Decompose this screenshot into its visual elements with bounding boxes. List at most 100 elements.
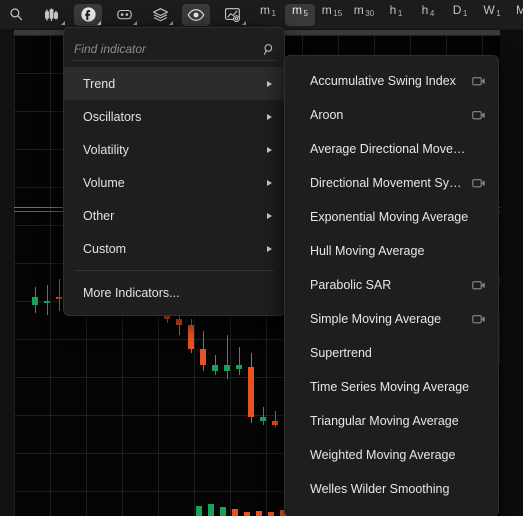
chevron-right-icon	[267, 212, 272, 219]
chevron-right-icon	[267, 179, 272, 186]
indicator-item[interactable]: Hull Moving Average	[285, 234, 498, 268]
indicator-item[interactable]: Weighted Moving Average	[285, 438, 498, 472]
menu-item-label: Other	[83, 208, 115, 223]
timeframe-unit: h	[421, 2, 429, 17]
menu-divider	[74, 270, 274, 271]
indicator-item[interactable]: Time Series Moving Average	[285, 370, 498, 404]
bot-icon[interactable]	[110, 4, 138, 26]
timeframe-group: m1m5m15m30h1h4D1W1M1	[252, 3, 523, 26]
layers-icon[interactable]	[146, 4, 174, 26]
timeframe-number: 4	[429, 8, 435, 18]
candle-body	[56, 297, 62, 299]
timeframe-m1[interactable]: m1	[253, 4, 283, 26]
volume-bar	[196, 506, 202, 516]
candle-body	[260, 417, 266, 421]
menu-item-oscillators[interactable]: Oscillators	[64, 100, 284, 133]
candle-wick	[47, 285, 48, 315]
timeframe-number: 5	[303, 8, 308, 18]
timeframe-M1[interactable]: M1	[509, 4, 523, 26]
search-icon[interactable]	[2, 4, 30, 26]
eye-icon[interactable]	[182, 3, 210, 26]
indicator-label: Accumulative Swing Index	[310, 74, 456, 88]
indicator-label: Parabolic SAR	[310, 278, 392, 292]
menu-item-custom[interactable]: Custom	[64, 232, 284, 265]
candle-body	[176, 319, 182, 325]
indicator-item[interactable]: Directional Movement Syst…	[285, 166, 498, 200]
timeframe-number: 1	[397, 8, 403, 18]
timeframe-m5[interactable]: m5	[285, 3, 315, 26]
candle-body	[212, 365, 218, 371]
indicator-item[interactable]: Triangular Moving Average	[285, 404, 498, 438]
separate-pane-icon[interactable]	[472, 110, 486, 121]
separate-pane-icon[interactable]	[472, 178, 486, 189]
candle-body	[248, 367, 254, 417]
candle-wick	[59, 279, 60, 311]
menu-item-label: Trend	[83, 76, 116, 91]
timeframe-number: 1	[462, 8, 468, 18]
indicator-item[interactable]: Aroon	[285, 98, 498, 132]
trend-indicator-list: Accumulative Swing Index Aroon Average Dir…	[285, 64, 498, 506]
timeframe-m30[interactable]: m 30	[349, 4, 379, 26]
menu-item-label: Volume	[83, 175, 125, 190]
menu-item-volatility[interactable]: Volatility	[64, 133, 284, 166]
timeframe-number: 1	[496, 8, 501, 18]
indicator-label: Weighted Moving Average	[310, 448, 456, 462]
timeframe-h1[interactable]: h1	[381, 4, 411, 26]
candle-wick	[227, 335, 228, 379]
volume-bar	[268, 512, 274, 516]
timeframe-D1[interactable]: D1	[445, 4, 475, 26]
candle-body	[236, 365, 242, 369]
candle-body	[272, 421, 278, 425]
timeframe-unit: W	[483, 2, 495, 17]
candle-body	[224, 365, 230, 371]
chart-toolbar: m1m5m15m30h1h4D1W1M1 •••	[0, 0, 523, 30]
menu-item-other[interactable]: Other	[64, 199, 284, 232]
timeframe-unit: m	[353, 2, 364, 17]
indicator-label: Time Series Moving Average	[310, 380, 470, 394]
indicator-search[interactable]	[72, 38, 276, 61]
candle-body	[44, 301, 50, 303]
chart-left-gutter	[0, 29, 14, 516]
candle-wick	[239, 347, 240, 375]
indicators-f-icon[interactable]	[74, 3, 102, 26]
timeframe-unit: m	[321, 2, 332, 17]
indicator-item[interactable]: Welles Wilder Smoothing	[285, 472, 498, 506]
indicator-item[interactable]: Exponential Moving Average	[285, 200, 498, 234]
menu-item-volume[interactable]: Volume	[64, 166, 284, 199]
separate-pane-icon[interactable]	[472, 314, 486, 325]
price-axis[interactable]	[500, 29, 523, 516]
chart-settings-icon[interactable]	[218, 4, 246, 26]
timeframe-number: 15	[333, 8, 343, 18]
candles-icon[interactable]	[38, 4, 66, 26]
indicator-label: Supertrend	[310, 346, 372, 360]
volume-bar	[256, 511, 262, 516]
timeframe-unit: D	[452, 2, 462, 17]
candle-body	[188, 325, 194, 349]
trend-indicator-submenu: Accumulative Swing Index Aroon Average Dir…	[284, 55, 499, 516]
volume-bar	[220, 507, 226, 516]
volume-bar	[232, 509, 238, 516]
indicator-item[interactable]: Supertrend	[285, 336, 498, 370]
indicator-item[interactable]: Average Directional Move…	[285, 132, 498, 166]
timeframe-h4[interactable]: h4	[413, 4, 443, 26]
timeframe-W1[interactable]: W1	[477, 4, 507, 26]
indicator-label: Triangular Moving Average	[310, 414, 459, 428]
indicator-label: Hull Moving Average	[310, 244, 425, 258]
indicator-label: Average Directional Move…	[310, 142, 466, 156]
more-indicators-item[interactable]: More Indicators...	[64, 276, 284, 309]
indicator-item[interactable]: Accumulative Swing Index	[285, 64, 498, 98]
search-input[interactable]	[72, 42, 259, 56]
indicator-item[interactable]: Simple Moving Average	[285, 302, 498, 336]
separate-pane-icon[interactable]	[472, 280, 486, 291]
timeframe-m15[interactable]: m 15	[317, 4, 347, 26]
separate-pane-icon[interactable]	[472, 76, 486, 87]
indicator-category-list: Trend Oscillators Volatility Volume Other Cus…	[64, 67, 284, 265]
indicator-label: Directional Movement Syst…	[310, 176, 472, 190]
menu-item-label: Custom	[83, 241, 127, 256]
menu-item-trend[interactable]: Trend	[64, 67, 284, 100]
timeframe-number: 30	[365, 8, 375, 18]
chevron-right-icon	[267, 80, 272, 87]
indicator-item[interactable]: Parabolic SAR	[285, 268, 498, 302]
search-icon[interactable]	[259, 43, 276, 56]
timeframe-unit: h	[389, 2, 397, 17]
